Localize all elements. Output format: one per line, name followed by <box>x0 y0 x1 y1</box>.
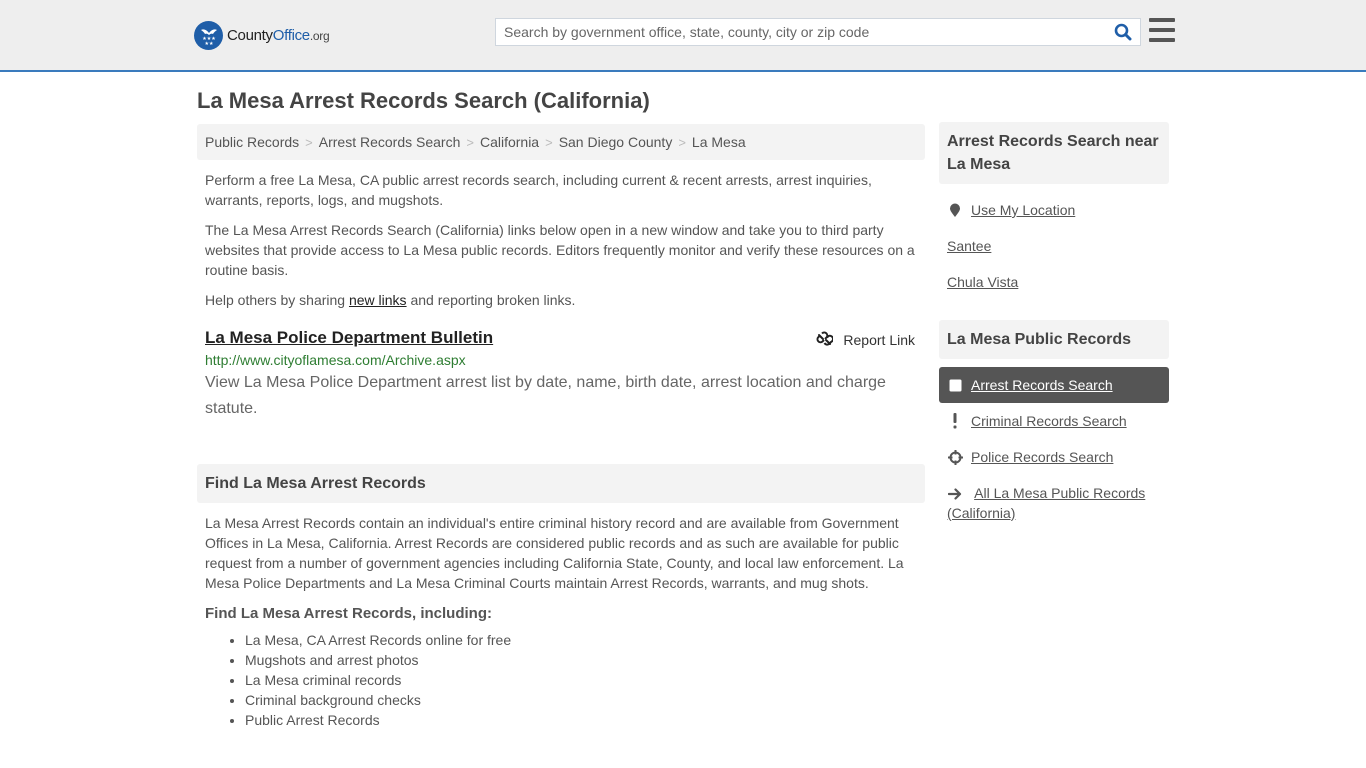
breadcrumb-separator: > <box>305 134 313 150</box>
list-item: La Mesa criminal records <box>245 670 925 690</box>
sidebar-link-all-public-records[interactable]: All La Mesa Public Records (California) <box>947 485 1145 521</box>
logo-wordmark: CountyOffice.org <box>227 26 330 44</box>
logo-county: County <box>227 26 273 44</box>
sidebar-item-police-records[interactable]: Police Records Search <box>939 439 1169 475</box>
result-title-link[interactable]: La Mesa Police Department Bulletin <box>205 328 493 348</box>
find-records-heading: Find La Mesa Arrest Records <box>197 464 925 503</box>
share-links-paragraph: Help others by sharing new links and rep… <box>197 290 925 310</box>
broken-link-icon <box>816 331 834 346</box>
breadcrumb-california[interactable]: California <box>480 134 539 150</box>
site-header: ★★★ ★★ CountyOffice.org <box>0 0 1366 72</box>
find-records-body: La Mesa Arrest Records contain an indivi… <box>205 515 904 591</box>
use-my-location-link[interactable]: Use My Location <box>971 202 1075 218</box>
nearby-link-santee[interactable]: Santee <box>947 238 991 254</box>
sidebar: Arrest Records Search near La Mesa Use M… <box>939 122 1169 523</box>
share-text-after: and reporting broken links. <box>406 292 576 308</box>
use-my-location-item: Use My Location <box>939 192 1169 228</box>
page-title: La Mesa Arrest Records Search (Californi… <box>197 88 650 113</box>
breadcrumb-separator: > <box>678 134 686 150</box>
hamburger-menu-button[interactable] <box>1149 18 1175 42</box>
logo-office: Office <box>272 26 310 44</box>
search-bar <box>495 18 1141 46</box>
share-text-before: Help others by sharing <box>205 292 349 308</box>
breadcrumb-la-mesa[interactable]: La Mesa <box>692 134 746 150</box>
search-icon <box>1114 23 1132 41</box>
arrow-right-icon <box>947 488 963 500</box>
result-description: View La Mesa Police Department arrest li… <box>205 374 886 417</box>
find-records-subheading: Find La Mesa Arrest Records, including: <box>205 605 492 622</box>
sidebar-item-all-public-records[interactable]: All La Mesa Public Records (California) <box>939 475 1169 523</box>
breadcrumb-separator: > <box>466 134 474 150</box>
result-item: La Mesa Police Department Bulletin Repor… <box>197 328 925 422</box>
sidebar-link-criminal-records[interactable]: Criminal Records Search <box>971 413 1127 429</box>
breadcrumb: Public Records > Arrest Records Search >… <box>197 124 925 160</box>
main-content: Public Records > Arrest Records Search >… <box>197 124 925 730</box>
menu-bar-icon <box>1149 28 1175 32</box>
square-icon <box>947 379 963 392</box>
sidebar-link-police-records[interactable]: Police Records Search <box>971 449 1113 465</box>
nearby-link-chula-vista[interactable]: Chula Vista <box>947 274 1018 290</box>
crosshair-icon <box>947 449 963 465</box>
sidebar-item-criminal-records[interactable]: Criminal Records Search <box>939 403 1169 439</box>
new-links-link[interactable]: new links <box>349 292 407 308</box>
search-input[interactable] <box>496 19 1106 45</box>
map-marker-icon <box>947 203 963 218</box>
logo-org: .org <box>309 28 330 43</box>
list-item: La Mesa, CA Arrest Records online for fr… <box>245 630 925 650</box>
report-link-label: Report Link <box>843 331 915 348</box>
result-url[interactable]: http://www.cityoflamesa.com/Archive.aspx <box>205 352 917 368</box>
exclamation-icon <box>947 413 963 429</box>
sidebar-link-arrest-records[interactable]: Arrest Records Search <box>971 377 1113 393</box>
public-records-heading: La Mesa Public Records <box>939 320 1169 359</box>
site-logo-link[interactable]: ★★★ ★★ CountyOffice.org <box>194 20 330 50</box>
eagle-stars-logo-icon: ★★★ ★★ <box>194 20 223 50</box>
nearby-item-chula-vista: Chula Vista <box>939 264 1169 300</box>
disclaimer-paragraph: The La Mesa Arrest Records Search (Calif… <box>205 222 915 278</box>
breadcrumb-public-records[interactable]: Public Records <box>205 134 299 150</box>
nearby-item-santee: Santee <box>939 228 1169 264</box>
intro-paragraph: Perform a free La Mesa, CA public arrest… <box>205 172 872 208</box>
list-item: Public Arrest Records <box>245 710 925 730</box>
list-item: Criminal background checks <box>245 690 925 710</box>
breadcrumb-separator: > <box>545 134 553 150</box>
find-records-list: La Mesa, CA Arrest Records online for fr… <box>197 630 925 730</box>
sidebar-item-arrest-records[interactable]: Arrest Records Search <box>939 367 1169 403</box>
nearby-heading: Arrest Records Search near La Mesa <box>939 122 1169 184</box>
search-button[interactable] <box>1106 19 1140 45</box>
menu-bar-icon <box>1149 18 1175 22</box>
report-link-button[interactable]: Report Link <box>816 331 915 348</box>
list-item: Mugshots and arrest photos <box>245 650 925 670</box>
breadcrumb-san-diego-county[interactable]: San Diego County <box>559 134 673 150</box>
breadcrumb-arrest-records-search[interactable]: Arrest Records Search <box>319 134 461 150</box>
menu-bar-icon <box>1149 38 1175 42</box>
svg-text:★★: ★★ <box>204 41 213 46</box>
